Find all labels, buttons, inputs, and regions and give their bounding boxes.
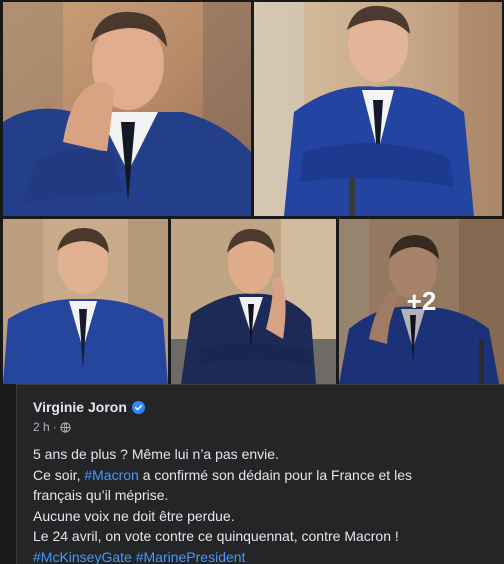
author-name[interactable]: Virginie Joron: [33, 399, 127, 415]
photo-3-image: [3, 219, 168, 384]
post-line: Aucune voix ne doit être perdue.: [33, 507, 235, 524]
photo-4[interactable]: [171, 219, 336, 384]
post-card: Virginie Joron 2 h · 5 ans de plus ? Mêm…: [16, 384, 504, 564]
post-timestamp[interactable]: 2 h: [33, 420, 50, 434]
globe-icon[interactable]: [60, 421, 71, 433]
post-line: Le 24 avril, on vote contre ce quinquenn…: [33, 528, 399, 544]
photo-1[interactable]: [3, 2, 251, 216]
post-line-text: a confirmé son dédain pour la France et …: [138, 466, 412, 483]
post-meta: 2 h ·: [33, 420, 71, 434]
photo-4-image: [171, 219, 336, 384]
post-line: 5 ans de plus ? Même lui n’a pas envie.: [33, 446, 279, 462]
photo-grid: +2: [0, 0, 504, 384]
post-line: Ce soir, #Macron a confirmé son dédain p…: [33, 465, 493, 486]
verified-badge-icon: [131, 400, 145, 414]
photo-5-more[interactable]: +2: [339, 219, 504, 384]
meta-separator: ·: [52, 420, 57, 434]
post-line: français qu’il méprise.: [33, 487, 169, 503]
more-photos-count: +2: [406, 286, 437, 316]
post-text: 5 ans de plus ? Même lui n’a pas envie. …: [33, 444, 493, 564]
hashtag-macron[interactable]: #Macron: [84, 467, 138, 483]
hashtag-marinepresident[interactable]: #MarinePresident: [136, 549, 246, 564]
hashtag-mckinseygate[interactable]: #McKinseyGate: [33, 549, 132, 564]
photo-2[interactable]: [254, 2, 502, 216]
author-row: Virginie Joron: [33, 399, 145, 415]
photo-2-image: [254, 2, 502, 216]
more-photos-overlay[interactable]: +2: [339, 219, 504, 384]
photo-1-image: [3, 2, 251, 216]
post-line: #McKinseyGate #MarinePresident: [33, 547, 493, 564]
post-line-text: Ce soir,: [33, 466, 85, 483]
photo-3[interactable]: [3, 219, 168, 384]
